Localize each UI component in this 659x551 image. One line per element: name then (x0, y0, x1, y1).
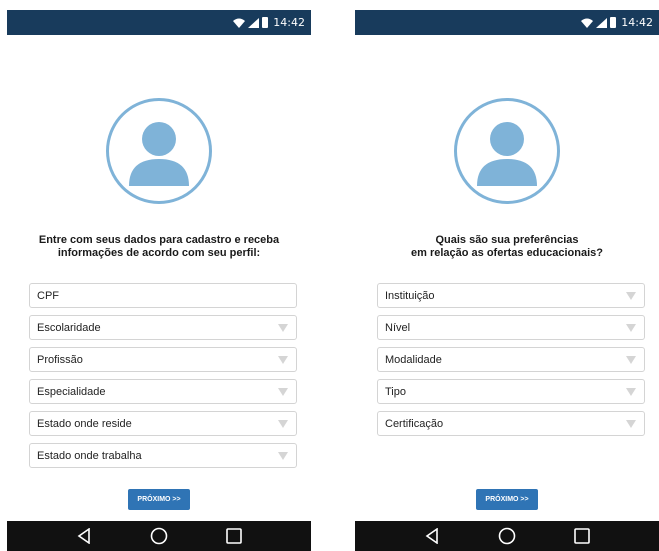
dropdown-caret-icon (626, 387, 636, 396)
home-icon[interactable] (147, 524, 171, 548)
dropdown-caret-icon (626, 323, 636, 332)
dropdown-caret-icon (626, 419, 636, 428)
field-label: Nível (385, 321, 411, 334)
registration-fields: CPF Escolaridade Profissão Especialidade… (29, 283, 297, 475)
dropdown-caret-icon (626, 355, 636, 364)
field-label: Tipo (385, 385, 406, 398)
cpf-field[interactable]: CPF (29, 283, 297, 308)
user-icon (129, 122, 189, 186)
back-icon[interactable] (72, 524, 96, 548)
escolaridade-select[interactable]: Escolaridade (29, 315, 297, 340)
modalidade-select[interactable]: Modalidade (377, 347, 645, 372)
field-label: Profissão (37, 353, 83, 366)
field-label: Instituição (385, 289, 435, 302)
wifi-icon (581, 18, 594, 28)
dropdown-caret-icon (278, 323, 288, 332)
back-icon[interactable] (420, 524, 444, 548)
profile-avatar (106, 98, 212, 204)
nivel-select[interactable]: Nível (377, 315, 645, 340)
signal-icon (596, 17, 608, 28)
wifi-icon (233, 18, 246, 28)
recents-icon[interactable] (222, 524, 246, 548)
preference-fields: Instituição Nível Modalidade Tipo Certif… (377, 283, 645, 443)
instituicao-select[interactable]: Instituição (377, 283, 645, 308)
form-heading: Entre com seus dados para cadastro e rec… (38, 234, 280, 259)
dropdown-caret-icon (278, 355, 288, 364)
status-bar: 14:42 (355, 10, 659, 35)
profile-avatar (454, 98, 560, 204)
field-label: Escolaridade (37, 321, 101, 334)
field-label: Certificação (385, 417, 444, 430)
estado-trabalha-select[interactable]: Estado onde trabalha (29, 443, 297, 468)
field-label: Estado onde reside (37, 417, 132, 430)
tipo-select[interactable]: Tipo (377, 379, 645, 404)
field-label: Estado onde trabalha (37, 449, 142, 462)
certificacao-select[interactable]: Certificação (377, 411, 645, 436)
android-nav-bar (355, 521, 659, 551)
field-label: Modalidade (385, 353, 442, 366)
especialidade-select[interactable]: Especialidade (29, 379, 297, 404)
status-bar: 14:42 (7, 10, 311, 35)
signal-icon (248, 17, 260, 28)
phone-screen-preferences: 14:42 Quais são sua preferências em rela… (355, 0, 659, 551)
phone-screen-registration: 14:42 Entre com seus dados para cadastro… (7, 0, 311, 551)
field-label: Especialidade (37, 385, 106, 398)
dropdown-caret-icon (278, 387, 288, 396)
field-label: CPF (37, 289, 59, 302)
user-icon (477, 122, 537, 186)
dropdown-caret-icon (626, 291, 636, 300)
battery-icon (610, 17, 617, 28)
home-icon[interactable] (495, 524, 519, 548)
status-time: 14:42 (273, 16, 305, 29)
battery-icon (262, 17, 269, 28)
estado-reside-select[interactable]: Estado onde reside (29, 411, 297, 436)
dropdown-caret-icon (278, 419, 288, 428)
profissao-select[interactable]: Profissão (29, 347, 297, 372)
next-button[interactable]: PRÓXIMO >> (128, 489, 190, 510)
recents-icon[interactable] (570, 524, 594, 548)
next-button[interactable]: PRÓXIMO >> (476, 489, 538, 510)
android-nav-bar (7, 521, 311, 551)
form-heading: Quais são sua preferências em relação as… (411, 234, 603, 259)
dropdown-caret-icon (278, 451, 288, 460)
status-time: 14:42 (621, 16, 653, 29)
